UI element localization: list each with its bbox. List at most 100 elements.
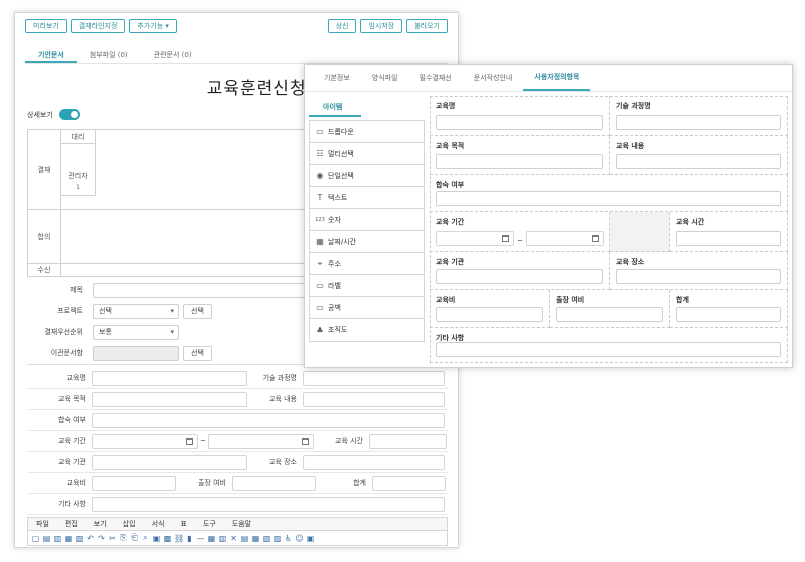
cell-input[interactable] <box>676 307 781 322</box>
palette-item[interactable]: ☷ 멀티선택 <box>310 143 424 165</box>
period-start-input[interactable] <box>436 231 514 246</box>
cell-lodging[interactable]: 합숙 여부 <box>430 175 788 212</box>
cell-edu-purpose[interactable]: 교육 목적 <box>430 136 610 175</box>
detail-toggle[interactable] <box>58 109 80 120</box>
cell-total[interactable]: 합계 <box>670 290 788 328</box>
menu-format[interactable]: 서식 <box>144 519 173 529</box>
editor-tool-icon[interactable]: ⎗ <box>130 533 139 543</box>
editor-tool-icon[interactable]: ↷ <box>97 534 106 543</box>
transfer-select-button[interactable]: 선택 <box>183 345 212 361</box>
more-features-button[interactable]: 추가기능 ▾ <box>129 19 177 33</box>
period-end-input[interactable] <box>208 433 314 449</box>
cell-edu-content[interactable]: 교육 내용 <box>610 136 788 175</box>
editor-tool-icon[interactable]: ▢ <box>31 534 40 543</box>
editor-tool-icon[interactable]: ▥ <box>218 534 227 543</box>
cell-fee[interactable]: 교육비 <box>430 290 550 328</box>
cell-input[interactable] <box>616 269 781 284</box>
travel-input[interactable] <box>232 475 316 491</box>
tab-draft[interactable]: 기안문서 <box>25 46 77 63</box>
preview-button[interactable]: 미리보기 <box>25 19 67 33</box>
menu-tools[interactable]: 도구 <box>195 519 224 529</box>
editor-tool-icon[interactable]: ▩ <box>163 534 172 543</box>
palette-item[interactable]: ♣ 조직도 <box>310 319 424 341</box>
menu-file[interactable]: 파일 <box>28 519 57 529</box>
cell-input[interactable] <box>436 154 603 169</box>
load-button[interactable]: 불러오기 <box>406 19 448 33</box>
editor-tool-icon[interactable]: ▣ <box>306 534 315 543</box>
palette-item[interactable]: ▦ 날짜/시간 <box>310 231 424 253</box>
palette-item[interactable]: ⌖ 주소 <box>310 253 424 275</box>
cell-travel[interactable]: 출장 여비 <box>550 290 670 328</box>
editor-tool-icon[interactable]: ▧ <box>75 534 84 543</box>
temp-save-button[interactable]: 임시저장 <box>360 19 403 33</box>
cell-tech[interactable]: 기술 과정명 <box>610 96 788 136</box>
tab-related[interactable]: 관련문서 (0) <box>141 46 205 63</box>
menu-insert[interactable]: 삽입 <box>115 519 144 529</box>
editor-tool-icon[interactable]: ▦ <box>251 534 260 543</box>
tab-basic-info[interactable]: 기본정보 <box>313 65 361 91</box>
editor-tool-icon[interactable]: ▥ <box>53 534 62 543</box>
project-select-button[interactable]: 선택 <box>183 303 212 319</box>
cell-etc[interactable]: 기타 사항 <box>430 328 788 363</box>
place-input[interactable] <box>303 454 445 470</box>
priority-select[interactable]: 보통 <box>93 324 179 340</box>
edu-content-input[interactable] <box>303 391 445 407</box>
editor-tool-icon[interactable]: — <box>196 534 205 543</box>
edu-purpose-input[interactable] <box>92 391 247 407</box>
editor-tool-icon[interactable]: ⌕ <box>141 533 150 543</box>
calendar-icon[interactable] <box>186 437 193 445</box>
institution-input[interactable] <box>92 454 247 470</box>
calendar-icon[interactable] <box>592 235 599 242</box>
fee-input[interactable] <box>92 475 176 491</box>
palette-item[interactable]: ◉ 단일선택 <box>310 165 424 187</box>
cell-input[interactable] <box>436 269 603 284</box>
editor-tool-icon[interactable]: ⎘ <box>119 533 128 543</box>
tab-writing-guide[interactable]: 문서작성안내 <box>463 65 524 91</box>
tab-attachments[interactable]: 첨부파일 (0) <box>77 46 141 63</box>
period-start-input[interactable] <box>92 433 198 449</box>
editor-tool-icon[interactable]: ⛓ <box>174 534 184 543</box>
cell-input[interactable] <box>616 115 781 130</box>
palette-item[interactable]: 123 숫자 <box>310 209 424 231</box>
editor-tool-icon[interactable]: ▮ <box>185 534 194 543</box>
cell-period[interactable]: 교육 기간 ~ <box>430 212 610 252</box>
lodging-input[interactable] <box>92 412 445 428</box>
menu-view[interactable]: 보기 <box>86 519 115 529</box>
editor-tool-icon[interactable]: ▤ <box>42 534 51 543</box>
cell-input[interactable] <box>676 231 781 246</box>
etc-input[interactable] <box>92 496 445 512</box>
cell-input[interactable] <box>436 115 603 130</box>
editor-tool-icon[interactable]: ▣ <box>152 534 161 543</box>
menu-edit[interactable]: 편집 <box>57 519 86 529</box>
editor-tool-icon[interactable]: ▨ <box>273 534 282 543</box>
editor-tool-icon[interactable]: ▦ <box>64 534 73 543</box>
calendar-icon[interactable] <box>302 437 309 445</box>
cell-input[interactable] <box>616 154 781 169</box>
cell-edu-name[interactable]: 교육명 <box>430 96 610 136</box>
menu-help[interactable]: 도움말 <box>224 519 259 529</box>
cell-input[interactable] <box>436 307 543 322</box>
approver-box[interactable]: 대리 관리자 1 <box>61 130 96 196</box>
tech-input[interactable] <box>303 370 445 386</box>
palette-item[interactable]: T 텍스트 <box>310 187 424 209</box>
tab-required-approval[interactable]: 필수결재선 <box>409 65 463 91</box>
cell-input[interactable] <box>556 307 663 322</box>
approval-line-button[interactable]: 결재라인지정 <box>70 19 126 33</box>
edu-time-input[interactable] <box>369 433 447 449</box>
palette-item[interactable]: ▭ 라벨 <box>310 275 424 297</box>
editor-tool-icon[interactable]: ✂ <box>108 534 117 543</box>
cell-input[interactable] <box>436 342 781 357</box>
palette-item[interactable]: ▭ 드롭다운 <box>310 121 424 143</box>
project-select[interactable]: 선택 <box>93 303 179 319</box>
cell-blank[interactable] <box>610 212 670 252</box>
palette-title[interactable]: 아이템 <box>309 97 361 117</box>
editor-tool-icon[interactable]: ▧ <box>262 534 271 543</box>
editor-tool-icon[interactable]: ▦ <box>207 534 216 543</box>
calendar-icon[interactable] <box>502 235 509 242</box>
menu-table[interactable]: 표 <box>172 519 194 529</box>
editor-tool-icon[interactable]: ♿ <box>284 534 293 543</box>
tab-form-file[interactable]: 양식파일 <box>361 65 409 91</box>
editor-tool-icon[interactable]: ↶ <box>86 534 95 543</box>
palette-item[interactable]: ▭ 공백 <box>310 297 424 319</box>
cell-place[interactable]: 교육 장소 <box>610 252 788 290</box>
